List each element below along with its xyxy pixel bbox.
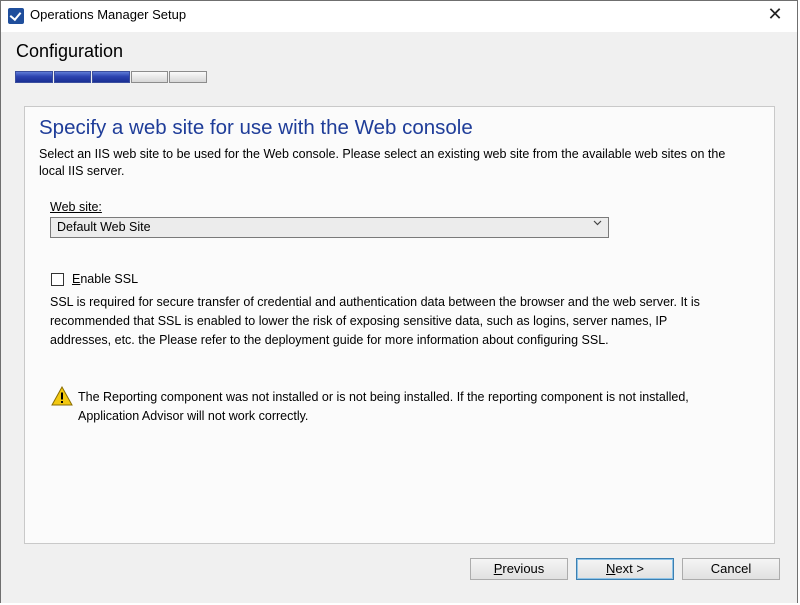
next-label-rest: ext > bbox=[615, 561, 644, 576]
previous-button[interactable]: Previous bbox=[470, 558, 568, 580]
wizard-content: Specify a web site for use with the Web … bbox=[1, 98, 797, 603]
page-title: Configuration bbox=[16, 41, 124, 61]
progress-step-5 bbox=[169, 71, 207, 83]
previous-label-rest: revious bbox=[502, 561, 545, 576]
section-description: Select an IIS web site to be used for th… bbox=[39, 147, 726, 178]
website-label: Web site: bbox=[50, 200, 102, 214]
progress-step-3 bbox=[92, 71, 130, 83]
setup-window: Operations Manager Setup ✕ Configuration… bbox=[0, 0, 798, 603]
progress-step-4 bbox=[130, 71, 169, 83]
warning-message: The Reporting component was not installe… bbox=[78, 390, 689, 423]
website-select[interactable]: Default Web Site bbox=[50, 217, 609, 238]
enable-ssl-checkbox[interactable] bbox=[51, 273, 64, 286]
chevron-down-icon[interactable] bbox=[593, 219, 602, 229]
warning-icon bbox=[51, 385, 73, 406]
enable-ssl-label[interactable]: Enable SSL bbox=[72, 272, 138, 286]
cancel-button[interactable]: Cancel bbox=[682, 558, 780, 580]
enable-ssl-label-rest: nable SSL bbox=[80, 272, 139, 286]
section-heading: Specify a web site for use with the Web … bbox=[39, 116, 473, 139]
progress-bar bbox=[15, 71, 207, 85]
close-icon[interactable]: ✕ bbox=[763, 4, 787, 28]
ssl-description: SSL is required for secure transfer of c… bbox=[50, 295, 700, 347]
website-label-mnemonic: W bbox=[50, 200, 62, 214]
website-label-rest: eb site: bbox=[61, 200, 102, 214]
title-bar[interactable]: Operations Manager Setup ✕ bbox=[1, 1, 797, 31]
website-select-value: Default Web Site bbox=[57, 220, 151, 234]
next-mnemonic: N bbox=[606, 561, 616, 576]
progress-step-1 bbox=[15, 71, 53, 83]
next-button[interactable]: Next > bbox=[576, 558, 674, 580]
wizard-header: Configuration bbox=[1, 32, 797, 98]
progress-step-2 bbox=[53, 71, 92, 83]
window-title: Operations Manager Setup bbox=[30, 7, 187, 22]
setup-app-icon bbox=[8, 8, 24, 24]
